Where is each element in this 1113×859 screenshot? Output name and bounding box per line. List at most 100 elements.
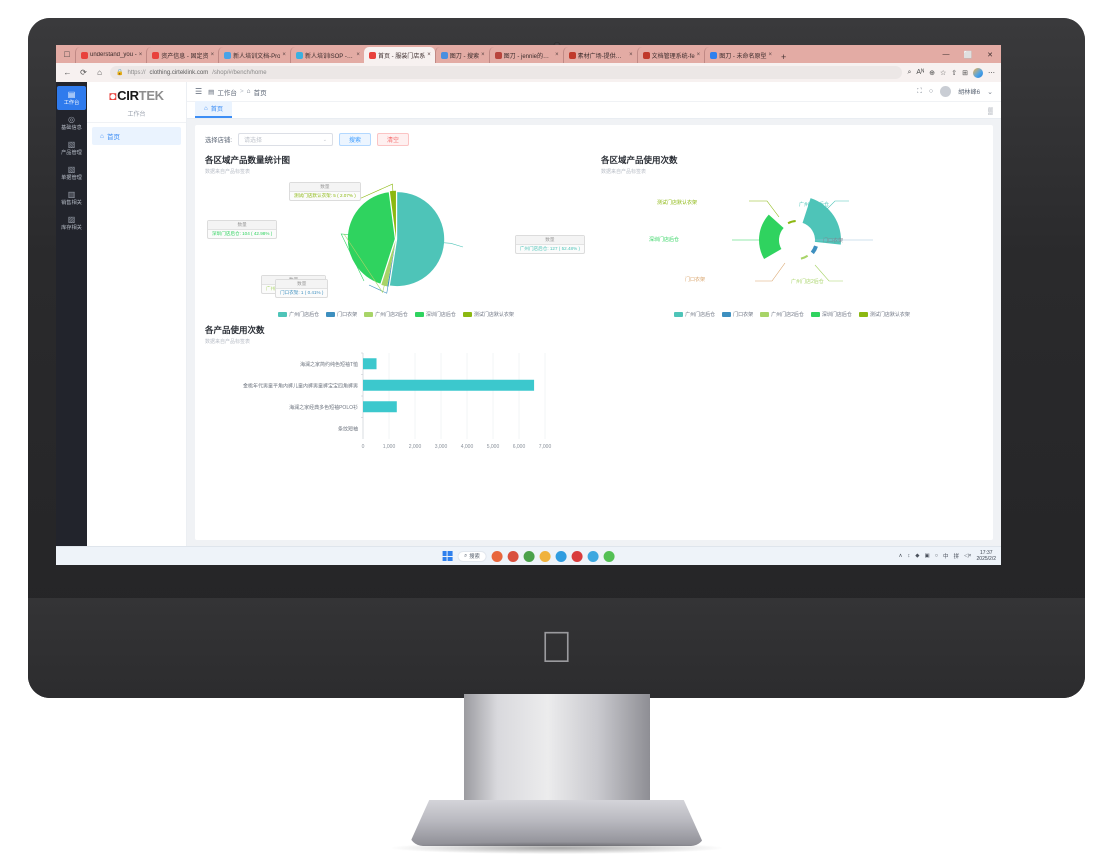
rose-slice[interactable] (800, 254, 809, 260)
tab-close-icon[interactable]: × (139, 52, 143, 58)
profile-avatar-icon[interactable] (973, 67, 983, 78)
minimize-button[interactable]: — (935, 51, 957, 58)
tab-home[interactable]: ⌂ 首页 (195, 101, 233, 118)
new-tab-button[interactable]: + (776, 52, 791, 62)
store-select[interactable]: 请选择 ⌄ (237, 133, 333, 146)
windows-start-icon[interactable] (442, 551, 453, 561)
browser-tab[interactable]: 图刀 - 未命名原型 × (704, 47, 776, 63)
back-icon[interactable]: ← (62, 68, 73, 77)
tab-search-icon[interactable]: □ (59, 46, 75, 62)
tab-close-icon[interactable]: × (697, 52, 701, 58)
breadcrumb-label-1[interactable]: 首页 (254, 87, 267, 97)
sidebar-item-label: 工作台 (63, 100, 80, 106)
tray-pinyin-indicator[interactable]: 拼 (954, 552, 960, 560)
browser-tab[interactable]: 文档管理系统-fe × (636, 47, 705, 63)
legend-item[interactable]: 门口衣架 (326, 311, 357, 318)
tab-close-icon[interactable]: × (481, 52, 485, 58)
find-icon[interactable]: ⌕ (907, 69, 911, 77)
sidebar-item-2[interactable]: ▧ 产品管理 (57, 136, 86, 160)
legend-item[interactable]: 深圳门店后仓 (414, 311, 456, 318)
legend-item[interactable]: 广州门店2后仓 (760, 311, 804, 318)
sidebar-item-0[interactable]: ▤ 工作台 (57, 86, 86, 110)
address-bar[interactable]: 🔒 https://clothing.cirteklink.com/shop/#… (110, 66, 903, 79)
chevron-down-icon[interactable]: ⌄ (987, 88, 993, 96)
sidebar-item-3[interactable]: ▧ 单据管理 (57, 161, 86, 185)
rose-slice[interactable] (759, 214, 784, 259)
avatar[interactable] (940, 86, 952, 97)
clear-button[interactable]: 清空 (376, 133, 409, 146)
tab-close-icon[interactable]: × (356, 52, 360, 58)
wps-icon[interactable] (571, 550, 583, 562)
tray-expand-icon[interactable]: ∧ (899, 553, 903, 559)
browser-essentials-icon[interactable]: ⊞ (962, 69, 968, 77)
legend-item[interactable]: 测试门店默认衣架 (462, 311, 514, 318)
tray-app-icon[interactable]: ▣ (925, 553, 930, 559)
close-button[interactable]: ✕ (979, 51, 1001, 59)
collections-icon[interactable]: ⇧ (951, 69, 957, 77)
bar[interactable] (363, 358, 377, 370)
tray-volume-icon[interactable]: ◁× (964, 553, 971, 559)
window-controls: — ⬜ ✕ (935, 46, 1001, 63)
browser-tab[interactable]: 资产信息 - 固定资 × (146, 47, 218, 63)
reload-icon[interactable]: ⟳ (78, 68, 89, 77)
rose-slice[interactable] (787, 220, 796, 225)
edge-icon[interactable] (555, 550, 567, 562)
tab-close-icon[interactable]: × (629, 52, 633, 58)
browser-tab[interactable]: 新人培训文档-Pro × (218, 47, 290, 63)
app-icon[interactable] (603, 550, 615, 562)
favorite-icon[interactable]: ☆ (940, 69, 946, 77)
refresh-icon[interactable]: ○ (929, 88, 933, 95)
browser-tab[interactable]: 首页 - 服装门店系 × (363, 47, 435, 63)
legend-item[interactable]: 广州门店后仓 (278, 311, 319, 318)
tray-ime-indicator[interactable]: 中 (943, 552, 949, 560)
pie-slice[interactable] (389, 192, 445, 287)
tab-close-icon[interactable]: × (555, 52, 559, 58)
notes-icon[interactable] (507, 550, 519, 562)
rose-leader-line (755, 262, 786, 282)
bar[interactable] (363, 379, 535, 391)
breadcrumb-label-0[interactable]: 工作台 (217, 87, 237, 97)
legend-item[interactable]: 深圳门店后仓 (810, 311, 852, 318)
browser-tab[interactable]: 素材广场-提供高质 × (562, 47, 637, 63)
sidebar-item-4[interactable]: ▥ 销售相关 (57, 186, 86, 210)
sidebar-item-5[interactable]: ▨ 库存相关 (57, 211, 86, 235)
windows-taskbar: ⌕ 搜索 ∧ ↕ ◆ ▣ ○ 中 拼 ◁× 17:37 2025/2/2 (56, 546, 1001, 565)
brand-logo: ◘ CIR TEK (87, 82, 186, 106)
taskbar-clock[interactable]: 17:37 2025/2/2 (977, 550, 996, 562)
search-button[interactable]: 搜索 (338, 133, 371, 146)
legend-item[interactable]: 测试门店默认衣架 (858, 311, 910, 318)
read-aloud-icon[interactable]: Aᴺ (916, 69, 924, 76)
zoom-icon[interactable]: ⊕ (929, 69, 935, 77)
browser-tab[interactable]: 图刀 - 搜索 × (434, 47, 489, 63)
browser-tab[interactable]: 新人培训ISOP - 飞书× (289, 47, 364, 63)
sidebar-item-home[interactable]: ⌂ 首页 (92, 127, 181, 145)
collapse-menu-icon[interactable]: ☰ (195, 87, 202, 96)
legend-item[interactable]: 门口衣架 (722, 311, 753, 318)
taskbar-search[interactable]: ⌕ 搜索 (457, 550, 487, 562)
bar[interactable] (363, 401, 397, 413)
tab-close-icon[interactable]: × (769, 52, 773, 58)
tray-extra-icon[interactable]: ○ (935, 553, 938, 559)
fullscreen-icon[interactable]: ⛶ (917, 88, 922, 96)
legend-item[interactable]: 广州门店后仓 (674, 311, 715, 318)
explorer-icon[interactable] (539, 550, 551, 562)
tab-close-icon[interactable]: × (427, 52, 431, 58)
tab-close-icon[interactable]: × (282, 52, 286, 58)
home-icon[interactable]: ⌂ (94, 68, 105, 77)
maximize-button[interactable]: ⬜ (957, 51, 979, 59)
tray-cloud-icon[interactable]: ◆ (915, 553, 919, 559)
qq-icon[interactable] (587, 550, 599, 562)
sidebar-item-1[interactable]: ◎ 基础信息 (57, 111, 86, 135)
tab-close-icon[interactable]: × (211, 52, 215, 58)
legend-item[interactable]: 广州门店2后仓 (364, 311, 408, 318)
settings-more-icon[interactable]: ⋯ (988, 69, 995, 77)
rose-slice[interactable] (810, 245, 818, 255)
firefox-icon[interactable] (491, 550, 503, 562)
tray-network-icon[interactable]: ↕ (908, 553, 911, 559)
username-label[interactable]: 胡林峰6 (958, 87, 980, 96)
browser-tab[interactable]: understand_you - × (75, 47, 146, 63)
grid-view-icon[interactable]: ▒ (988, 108, 993, 118)
chart-title: 各产品使用次数 (205, 325, 265, 335)
browser-tab[interactable]: 图刀 - jennie的企业 × (488, 47, 563, 63)
chrome-icon[interactable] (523, 550, 535, 562)
